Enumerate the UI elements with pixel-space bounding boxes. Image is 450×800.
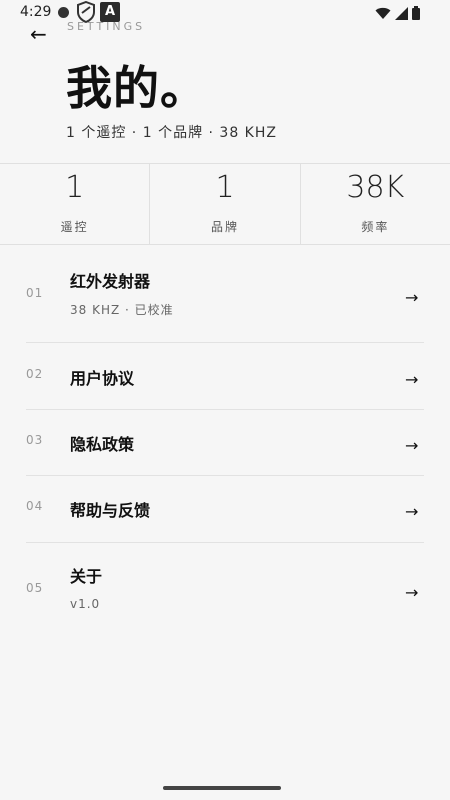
stat-remotes: 1 遥控 [0, 164, 151, 244]
back-arrow-icon[interactable]: ← [30, 24, 47, 44]
menu-item-index: 05 [26, 581, 44, 595]
menu-item-title: 帮助与反馈 [70, 501, 151, 520]
notification-dot-icon [58, 7, 69, 18]
stat-label: 频率 [361, 220, 390, 234]
home-indicator[interactable] [163, 786, 281, 790]
stat-brands: 1 品牌 [150, 164, 301, 244]
menu-item-index: 02 [26, 367, 44, 381]
menu-item-help-feedback[interactable]: 04 帮助与反馈 → [0, 476, 450, 542]
menu-item-about[interactable]: 05 关于 v1.0 → [0, 543, 450, 635]
page-subtitle: 1 个遥控 · 1 个品牌 · 38 KHZ [66, 125, 277, 141]
stat-value: 1 [65, 170, 85, 205]
status-time: 4:29 [20, 4, 52, 20]
stat-value: 38K [346, 170, 405, 205]
stat-frequency: 38K 频率 [301, 164, 450, 244]
arrow-right-icon: → [405, 288, 419, 307]
arrow-right-icon: → [405, 370, 419, 389]
menu-item-title: 红外发射器 [70, 272, 151, 291]
arrow-right-icon: → [405, 583, 419, 602]
menu-item-title: 关于 [70, 567, 103, 586]
system-icons [375, 6, 420, 20]
stat-label: 品牌 [210, 220, 239, 234]
stat-label: 遥控 [60, 220, 89, 234]
stat-value: 1 [215, 170, 235, 205]
battery-icon [412, 6, 420, 20]
menu-item-title: 隐私政策 [70, 435, 135, 454]
stats-row: 1 遥控 1 品牌 38K 频率 [0, 163, 450, 245]
app-a-icon: A [100, 2, 120, 22]
arrow-right-icon: → [405, 502, 419, 521]
menu-item-subtitle: v1.0 [70, 597, 101, 611]
menu-item-ir-emitter[interactable]: 01 红外发射器 38 KHZ · 已校准 → [0, 244, 450, 342]
page-title: 我的。 [66, 61, 207, 115]
menu-item-index: 01 [26, 286, 44, 300]
menu-item-subtitle: 38 KHZ · 已校准 [70, 303, 174, 317]
menu-item-index: 04 [26, 499, 44, 513]
menu-item-privacy-policy[interactable]: 03 隐私政策 → [0, 410, 450, 475]
wifi-icon [375, 7, 391, 19]
menu-item-title: 用户协议 [70, 369, 135, 388]
menu-item-user-agreement[interactable]: 02 用户协议 → [0, 343, 450, 409]
section-eyebrow: SETTINGS [67, 20, 146, 33]
menu-item-index: 03 [26, 433, 44, 447]
arrow-right-icon: → [405, 436, 419, 455]
signal-icon [395, 6, 408, 20]
